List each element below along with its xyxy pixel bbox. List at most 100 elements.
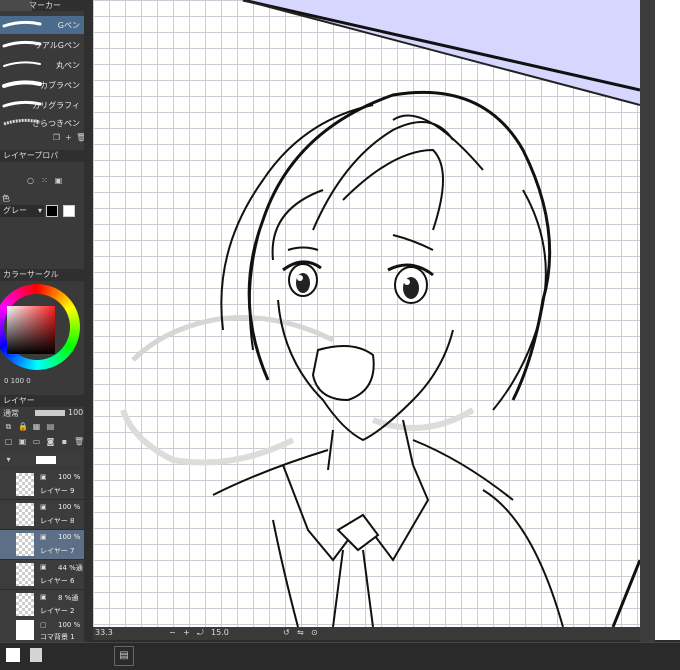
line-art-drawing	[120, 0, 640, 627]
chevron-down-icon: ▾	[6, 455, 11, 464]
brush-maru-pen[interactable]: 丸ペン	[0, 56, 84, 74]
brush-kabura-pen[interactable]: カブラペン	[0, 76, 84, 94]
hsv-readout: 0 100 0	[4, 377, 31, 385]
canvas-status-bar: 33.3 − + ⤾ 15.0 ↺ ⇋ ⊙	[93, 627, 640, 640]
brush-label: リアルGペン	[33, 41, 80, 50]
raster-layer-icon: ▣	[40, 563, 47, 571]
color-circle-header: カラーサークル	[0, 269, 93, 281]
canvas-vertical-scrollbar[interactable]	[640, 0, 655, 642]
layer-opacity: 100 %	[58, 621, 81, 629]
layer-row-folder[interactable]: ▾	[0, 453, 84, 467]
square-icon[interactable]: ▣	[54, 176, 63, 185]
panel-toggle-icon[interactable]: ▤	[114, 646, 134, 666]
circle-icon[interactable]: ○	[26, 176, 35, 185]
layer-name: レイヤー 2	[40, 607, 75, 615]
layer-row[interactable]: ▣ 100 % レイヤー 9	[0, 470, 84, 500]
opacity-slider[interactable]	[35, 410, 65, 416]
layer-opacity: 100 %	[58, 533, 81, 541]
layer-thumbnail	[16, 620, 34, 640]
zoom-in-icon[interactable]: +	[183, 628, 190, 637]
saturation-value-square[interactable]	[7, 306, 55, 354]
blend-mode-value: 通常	[3, 409, 19, 418]
property-header: レイヤープロパ	[0, 150, 93, 162]
ruler-icon[interactable]: ▦	[32, 422, 41, 431]
brush-label: Gペン	[57, 21, 80, 30]
brush-stroke-icon	[3, 61, 41, 67]
layer-thumbnail	[16, 533, 34, 556]
layer-row[interactable]: ▢ 100 % コマ背景 1	[0, 618, 84, 642]
page-thumbnail[interactable]	[30, 648, 42, 662]
layer-row-selected[interactable]: ▣ 100 % レイヤー 7	[0, 530, 84, 560]
zoom-value[interactable]: 33.3	[95, 628, 113, 637]
layer-thumbnail	[16, 563, 34, 586]
flip-icon[interactable]: ⇋	[297, 628, 304, 637]
trash-icon[interactable]: 🗑	[74, 437, 84, 446]
opacity-value[interactable]: 100	[68, 408, 83, 417]
color-select-value: グレー	[3, 206, 27, 215]
brush-label: カリグラフィ	[32, 101, 80, 110]
brush-stroke-icon	[2, 20, 42, 28]
layer-opacity: 44 %通	[58, 564, 83, 572]
brush-calligraphy[interactable]: カリグラフィ	[0, 96, 84, 114]
paper-layer-icon: ▢	[40, 621, 47, 629]
new-subtool-icon[interactable]: +	[64, 133, 73, 142]
chevron-down-icon: ▾	[37, 206, 42, 215]
brush-sarasara-pen[interactable]: さらつきペン	[0, 114, 84, 132]
blend-mode-select[interactable]: 通常	[0, 408, 30, 419]
layer-name: レイヤー 8	[40, 517, 75, 525]
new-layer-icon[interactable]: ▢	[4, 437, 13, 446]
raster-layer-icon: ▣	[40, 533, 47, 541]
apply-mask-icon[interactable]: ▪	[60, 437, 69, 446]
rotation-value[interactable]: 15.0	[211, 628, 229, 637]
fit-icon[interactable]: ⊙	[311, 628, 318, 637]
rotate-icon[interactable]: ⤾	[197, 628, 204, 638]
clip-icon[interactable]: ⧉	[4, 422, 13, 431]
brush-g-pen[interactable]: Gペン	[0, 16, 84, 34]
dots-icon[interactable]: ⁙	[40, 176, 49, 185]
layer-name: レイヤー 7	[40, 547, 75, 555]
subtool-actions: ❐ + 🗑	[0, 133, 86, 145]
layer-name: レイヤー 9	[40, 487, 75, 495]
brush-real-g-pen[interactable]: リアルGペン	[0, 36, 84, 54]
new-vector-layer-icon[interactable]: ▣	[18, 437, 27, 446]
brush-label: カブラペン	[40, 81, 80, 90]
tab-layer[interactable]: レイヤー	[3, 395, 35, 407]
subtool-tabbar: ​ マーカー	[0, 0, 93, 11]
new-folder-icon[interactable]: ▭	[32, 437, 41, 446]
sub-color-swatch[interactable]	[63, 205, 75, 217]
layer-thumbnail	[16, 503, 34, 526]
layer-row[interactable]: ▣ 8 %通 レイヤー 2	[0, 590, 84, 620]
layer-row[interactable]: ▣ 44 %通 レイヤー 6	[0, 560, 84, 590]
expression-mode-icons: ○ ⁙ ▣	[26, 176, 76, 188]
page-thumbnail[interactable]	[6, 648, 20, 662]
raster-layer-icon: ▣	[40, 593, 47, 601]
lock-icon[interactable]: 🔒	[18, 422, 28, 431]
layer-action-row-1: ⧉ 🔒 ▦ ▤	[0, 422, 84, 434]
drawing-canvas[interactable]	[93, 0, 640, 627]
tab-layer-property[interactable]: レイヤープロパ	[3, 150, 58, 162]
tab-color-circle[interactable]: カラーサークル	[3, 269, 59, 281]
layer-mask-icon[interactable]: ◙	[46, 437, 55, 446]
layer-name: レイヤー 6	[40, 577, 75, 585]
layer-opacity: 100 %	[58, 473, 81, 481]
mask-icon[interactable]: ▤	[46, 422, 55, 431]
zoom-out-icon[interactable]: −	[169, 628, 176, 637]
brush-stroke-icon	[2, 80, 42, 88]
folder-thumbnail	[36, 456, 56, 464]
copy-subtool-icon[interactable]: ❐	[52, 133, 61, 142]
layer-thumbnail	[16, 593, 34, 616]
right-panel-area	[655, 0, 680, 640]
layer-row[interactable]: ▣ 100 % レイヤー 8	[0, 500, 84, 530]
raster-layer-icon: ▣	[40, 503, 47, 511]
main-color-swatch[interactable]	[46, 205, 58, 217]
layer-thumbnail	[16, 473, 34, 496]
reset-rotation-icon[interactable]: ↺	[283, 628, 290, 637]
brush-label: さらつきペン	[32, 119, 80, 128]
raster-layer-icon: ▣	[40, 473, 47, 481]
tab-marker[interactable]: マーカー	[26, 0, 64, 11]
left-tool-panel: ​ マーカー Gペン リアルGペン 丸ペン カブラペン カリグラフィ さらつきペ…	[0, 0, 93, 642]
layer-action-row-2: ▢ ▣ ▭ ◙ ▪ 🗑	[0, 437, 84, 449]
layer-opacity: 8 %通	[58, 594, 79, 602]
panel-scrollbar[interactable]	[84, 0, 93, 642]
expression-color-select[interactable]: グレー ▾	[0, 205, 44, 217]
